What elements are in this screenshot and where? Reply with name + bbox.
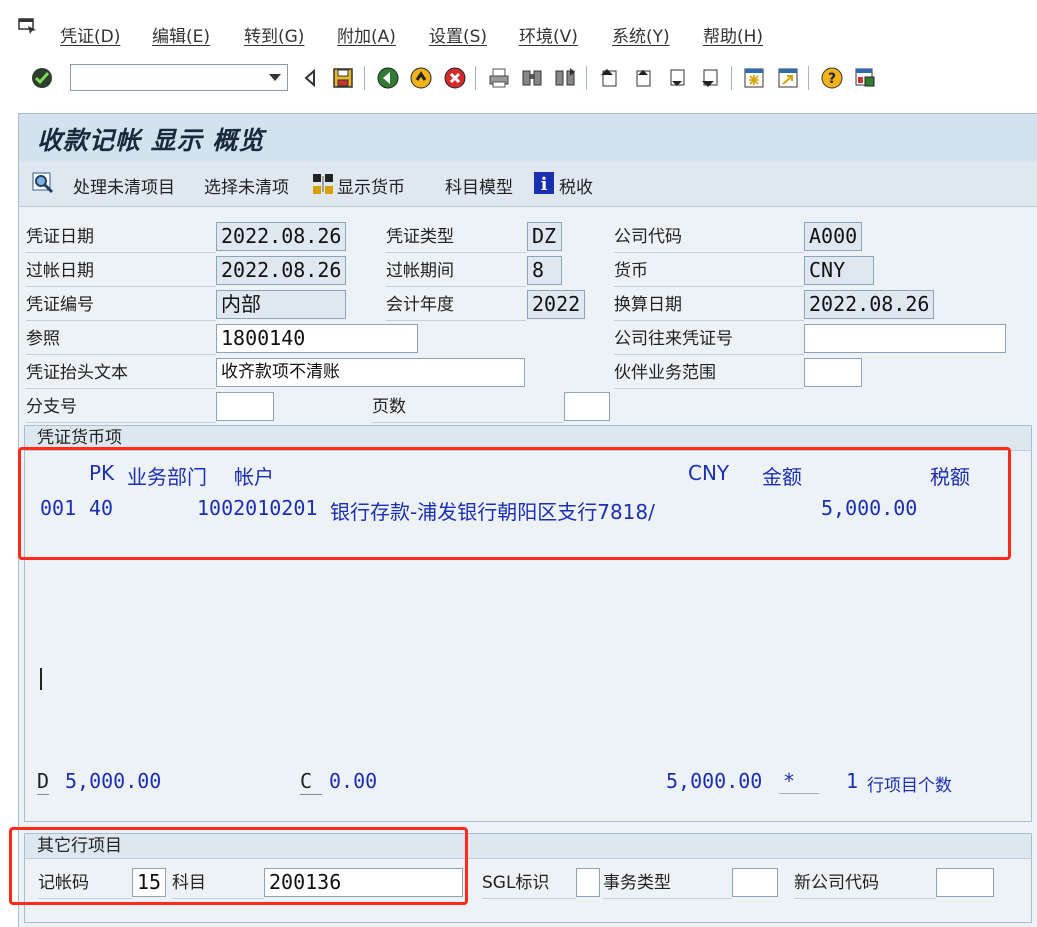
line-count-label: 行项目个数 xyxy=(867,776,952,796)
posting-date-field[interactable]: 2022.08.26 xyxy=(216,256,346,285)
posting-date-label: 过帐日期 xyxy=(26,256,216,287)
translation-date-field[interactable]: 2022.08.26 xyxy=(804,290,934,319)
layout-menu-icon[interactable] xyxy=(853,66,877,90)
doc-number-field[interactable]: 内部 xyxy=(216,290,346,319)
find-icon[interactable] xyxy=(520,66,544,90)
fiscal-year-label: 会计年度 xyxy=(386,290,526,321)
back-icon[interactable] xyxy=(376,66,400,90)
show-currency-icon[interactable] xyxy=(311,172,335,196)
page-title: 收款记帐 显示 概览 xyxy=(37,126,265,155)
company-code-label: 公司代码 xyxy=(614,222,804,253)
exit-icon[interactable] xyxy=(409,66,433,90)
sgl-indicator-label: SGL标识 xyxy=(482,868,576,899)
doc-date-label: 凭证日期 xyxy=(26,222,216,253)
application-toolbar: 处理未清项目 选择未清项 显示货币 科目模型 i 税收 xyxy=(18,161,1037,207)
menu-bar: 凭证(D) 编辑(E) 转到(G) 附加(A) 设置(S) 环境(V) 系统(Y… xyxy=(0,0,1037,62)
toolbar-divider xyxy=(475,66,476,90)
translation-date-label: 换算日期 xyxy=(614,290,804,321)
header-text-field[interactable]: 收齐款项不清账 xyxy=(216,358,525,387)
show-currency-button[interactable]: 显示货币 xyxy=(337,173,405,198)
debit-label: D xyxy=(37,769,50,795)
previous-page-icon[interactable] xyxy=(631,66,655,90)
highlight-box-items xyxy=(18,447,1011,560)
doc-type-label: 凭证类型 xyxy=(386,222,526,253)
reference-field[interactable]: 1800140 xyxy=(216,324,418,353)
process-open-items-icon[interactable] xyxy=(31,171,55,195)
print-icon[interactable] xyxy=(487,66,511,90)
credit-label: C xyxy=(300,769,322,795)
transaction-type-label: 事务类型 xyxy=(603,868,732,899)
transaction-type-field[interactable] xyxy=(732,868,778,897)
partner-area-label: 伙伴业务范围 xyxy=(614,358,804,389)
menu-system[interactable]: 系统(Y) xyxy=(612,22,670,47)
info-icon[interactable]: i xyxy=(533,171,555,195)
process-open-items-button[interactable]: 处理未清项目 xyxy=(73,173,175,198)
collapse-left-icon[interactable] xyxy=(298,66,322,90)
doc-number-label: 凭证编号 xyxy=(26,290,216,321)
currency-label: 货币 xyxy=(614,256,804,287)
pages-label: 页数 xyxy=(372,392,564,423)
menu-extras[interactable]: 附加(A) xyxy=(337,22,396,47)
company-code-field[interactable]: A000 xyxy=(804,222,862,251)
find-next-icon[interactable] xyxy=(553,66,577,90)
cancel-icon[interactable] xyxy=(443,66,467,90)
debit-total: 5,000.00 xyxy=(65,769,162,793)
menu-goto[interactable]: 转到(G) xyxy=(244,22,304,47)
shortcut-icon[interactable] xyxy=(776,66,800,90)
help-icon[interactable]: ? xyxy=(820,66,844,90)
intercompany-field[interactable] xyxy=(804,324,1006,353)
fiscal-year-field[interactable]: 2022 xyxy=(527,290,585,319)
menu-settings[interactable]: 设置(S) xyxy=(429,22,487,47)
balance-amount: 5,000.00 xyxy=(666,769,763,793)
select-open-items-button[interactable]: 选择未清项 xyxy=(204,173,289,198)
text-cursor xyxy=(40,668,42,690)
intercompany-label: 公司往来凭证号 xyxy=(614,324,804,355)
last-page-icon[interactable] xyxy=(698,66,722,90)
command-field[interactable] xyxy=(70,64,288,91)
doc-date-field[interactable]: 2022.08.26 xyxy=(216,222,346,251)
next-page-icon[interactable] xyxy=(665,66,689,90)
branch-field[interactable] xyxy=(216,392,274,421)
menu-help[interactable]: 帮助(H) xyxy=(703,22,763,47)
line-count: 1 xyxy=(846,769,859,793)
create-session-icon[interactable] xyxy=(742,66,766,90)
branch-label: 分支号 xyxy=(26,392,216,423)
highlight-box-other-line xyxy=(9,827,468,905)
posting-period-field[interactable]: 8 xyxy=(527,256,562,285)
reference-label: 参照 xyxy=(26,324,216,355)
menu-document[interactable]: 凭证(D) xyxy=(60,22,120,47)
new-company-code-label: 新公司代码 xyxy=(794,868,936,899)
currency-field[interactable]: CNY xyxy=(804,256,874,285)
enter-check-icon[interactable] xyxy=(30,66,54,90)
toolbar-divider xyxy=(586,66,587,90)
credit-total: 0.00 xyxy=(329,769,378,793)
window-menu-icon[interactable] xyxy=(18,18,38,34)
account-model-button[interactable]: 科目模型 xyxy=(445,173,513,198)
balance-marker: * xyxy=(779,769,819,794)
tax-button[interactable]: 税收 xyxy=(559,173,593,198)
doc-type-field[interactable]: DZ xyxy=(527,222,562,251)
svg-text:i: i xyxy=(541,174,548,195)
chevron-down-icon[interactable] xyxy=(269,74,281,81)
svg-text:?: ? xyxy=(828,71,836,87)
pages-field[interactable] xyxy=(564,392,610,421)
toolbar-divider xyxy=(731,66,732,90)
save-icon[interactable] xyxy=(331,66,355,90)
header-text-label: 凭证抬头文本 xyxy=(26,358,216,389)
menu-edit[interactable]: 编辑(E) xyxy=(152,22,210,47)
sgl-indicator-field[interactable] xyxy=(576,868,600,897)
posting-period-label: 过帐期间 xyxy=(386,256,526,287)
toolbar-divider xyxy=(808,66,809,90)
toolbar-divider xyxy=(364,66,365,90)
new-company-code-field[interactable] xyxy=(936,868,994,897)
menu-environment[interactable]: 环境(V) xyxy=(519,22,578,47)
screen-title-bar: 收款记帐 显示 概览 xyxy=(18,113,1037,162)
first-page-icon[interactable] xyxy=(597,66,621,90)
partner-area-field[interactable] xyxy=(804,358,862,387)
